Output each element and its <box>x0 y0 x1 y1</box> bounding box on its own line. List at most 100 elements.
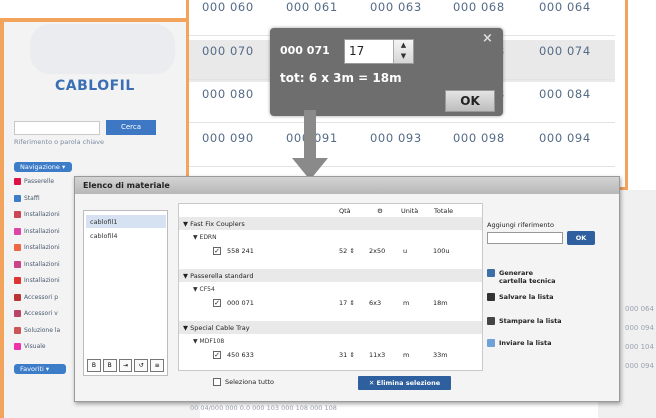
nav-item-icon <box>14 178 21 185</box>
toolbar-button[interactable]: B <box>87 359 101 372</box>
cell-ref: 450 633 <box>227 351 254 359</box>
background-number: 000 104 <box>625 343 654 351</box>
row-checkbox[interactable]: ✓ <box>213 351 221 359</box>
quantity-popup: 000 071 17 ▲ ▼ tot: 6 x 3m = 18m OK × <box>270 28 503 116</box>
quantity-value[interactable]: 17 <box>349 44 364 58</box>
reference-input[interactable] <box>487 232 563 244</box>
nav-item-label: Installazioni <box>24 277 60 284</box>
nav-item-icon <box>14 244 21 251</box>
send-list-action[interactable]: Inviare la lista <box>487 339 551 347</box>
grid-cell[interactable]: 000 063 <box>370 0 422 14</box>
document-icon <box>487 269 495 277</box>
print-list-action[interactable]: Stampare la lista <box>487 317 562 325</box>
grid-row-divider <box>189 122 615 123</box>
cell-total: 18m <box>433 299 448 307</box>
arrow-shaft <box>304 110 316 162</box>
subgroup-header[interactable]: ▼ EDRN <box>179 231 482 243</box>
list-toolbar: B B ⇥ ↺ ≡ <box>83 357 168 374</box>
nav-item-label: Installazioni <box>24 211 60 218</box>
table-row[interactable]: ✓ 558 241 52 ⇕ 2x50 u 100u <box>179 243 482 258</box>
delete-selection-button[interactable]: ✕ Elimina selezione <box>358 376 451 390</box>
cell-qty[interactable]: 17 ⇕ <box>339 299 355 307</box>
grid-row-divider <box>189 165 615 167</box>
cell-dim: 6x3 <box>369 299 382 307</box>
popup-code: 000 071 <box>280 44 330 57</box>
cell-unit: u <box>403 247 408 255</box>
grid-cell[interactable]: 000 068 <box>453 0 505 14</box>
select-all-checkbox[interactable] <box>213 378 221 386</box>
nav-item-icon <box>14 227 21 235</box>
ok-button[interactable]: OK <box>445 90 495 112</box>
list-item[interactable]: cablofil4 <box>86 229 166 242</box>
cell-ref: 000 071 <box>227 299 254 307</box>
col-qty: Qtà <box>339 207 351 215</box>
cell-qty[interactable]: 52 ⇕ <box>339 247 355 255</box>
toolbar-button[interactable]: ↺ <box>134 359 149 372</box>
toolbar-button[interactable]: ≡ <box>150 359 164 372</box>
background-number: 000 094 <box>625 324 654 332</box>
quantity-stepper[interactable]: 17 ▲ ▼ <box>344 39 414 64</box>
grid-cell[interactable]: 000 061 <box>286 0 338 14</box>
settings-icon[interactable]: ⚙ <box>377 207 383 215</box>
grid-cell[interactable]: 000 098 <box>453 131 505 145</box>
grid-cell[interactable]: 000 093 <box>370 131 422 145</box>
nav-item-icon <box>14 293 21 301</box>
print-icon <box>487 317 495 325</box>
grid-cell[interactable]: 000 064 <box>539 0 591 14</box>
nav-item-label: Accessori v <box>24 310 58 317</box>
nav-item-icon <box>14 343 21 350</box>
nav-item-icon <box>14 194 21 202</box>
site-search-hint: Riferimento o parola chiave <box>14 138 104 146</box>
background-number: 000 064 <box>625 305 654 313</box>
grid-cell[interactable]: 000 090 <box>202 131 254 145</box>
grid-cell[interactable]: 000 084 <box>539 87 591 101</box>
cell-total: 100u <box>433 247 450 255</box>
nav-item-icon <box>14 310 21 317</box>
background-bottom-row: 00 04/000 000 0.0 000 103 000 108 000 10… <box>190 404 337 412</box>
toolbar-button[interactable]: ⇥ <box>118 359 133 372</box>
grid-cell[interactable]: 000 060 <box>202 0 254 14</box>
nav-item-icon <box>14 326 21 334</box>
nav-item-icon <box>14 211 21 218</box>
site-search-input[interactable] <box>14 121 100 135</box>
subgroup-header[interactable]: ▼ CF54 <box>179 283 482 295</box>
site-search-button[interactable]: Cerca <box>106 120 156 135</box>
cell-ref: 558 241 <box>227 247 254 255</box>
material-table: Qtà ⚙ Unità Totale ▼ Fast Fix Couplers ▼ … <box>178 203 483 371</box>
cell-qty[interactable]: 31 ⇕ <box>339 351 355 359</box>
nav-item-label: Visuale <box>24 343 46 350</box>
table-row[interactable]: ✓ 450 633 31 ⇕ 11x3 m 33m <box>179 347 482 362</box>
toolbar-button[interactable]: B <box>102 359 117 372</box>
row-checkbox[interactable]: ✓ <box>213 299 221 307</box>
cell-total: 33m <box>433 351 448 359</box>
reference-ok-button[interactable]: OK <box>567 231 595 245</box>
save-icon <box>487 293 495 301</box>
list-item[interactable]: cablofil1 <box>86 215 166 228</box>
cell-dim: 2x50 <box>369 247 386 255</box>
save-list-action[interactable]: Salvare la lista <box>487 293 554 301</box>
row-checkbox[interactable]: ✓ <box>213 247 221 255</box>
group-header[interactable]: ▼ Passerella standard <box>179 269 482 282</box>
stepper-arrows-icon[interactable]: ▲ ▼ <box>393 40 413 63</box>
generate-folder-action[interactable]: Generare cartella tecnica <box>487 269 562 285</box>
right-background-numbers: 000 064 000 094 000 104 000 094 <box>625 300 654 376</box>
nav-item-label: Staffi <box>24 194 40 202</box>
list-panel: cablofil1 cablofil4 <box>83 210 168 376</box>
favorites-header[interactable]: Favoriti ▾ <box>14 364 66 374</box>
grid-cell[interactable]: 000 074 <box>539 44 591 58</box>
nav-header[interactable]: Navigazione ▾ <box>14 162 72 172</box>
group-header[interactable]: ▼ Fast Fix Couplers <box>179 217 482 230</box>
subgroup-header[interactable]: ▼ MDF108 <box>179 335 482 347</box>
select-all[interactable]: Seleziona tutto <box>213 378 274 386</box>
group-header[interactable]: ▼ Special Cable Tray <box>179 321 482 334</box>
popup-total: tot: 6 x 3m = 18m <box>280 71 402 85</box>
material-list-dialog: Elenco di materiale cablofil1 cablofil4 … <box>74 176 620 402</box>
grid-cell[interactable]: 000 094 <box>539 131 591 145</box>
nav-item-icon <box>14 260 21 268</box>
grid-cell[interactable]: 000 070 <box>202 44 254 58</box>
col-unit: Unità <box>401 207 419 215</box>
grid-cell[interactable]: 000 080 <box>202 87 254 101</box>
select-all-label: Seleziona tutto <box>225 378 275 386</box>
table-row[interactable]: ✓ 000 071 17 ⇕ 6x3 m 18m <box>179 295 482 310</box>
close-icon[interactable]: × <box>482 31 493 46</box>
